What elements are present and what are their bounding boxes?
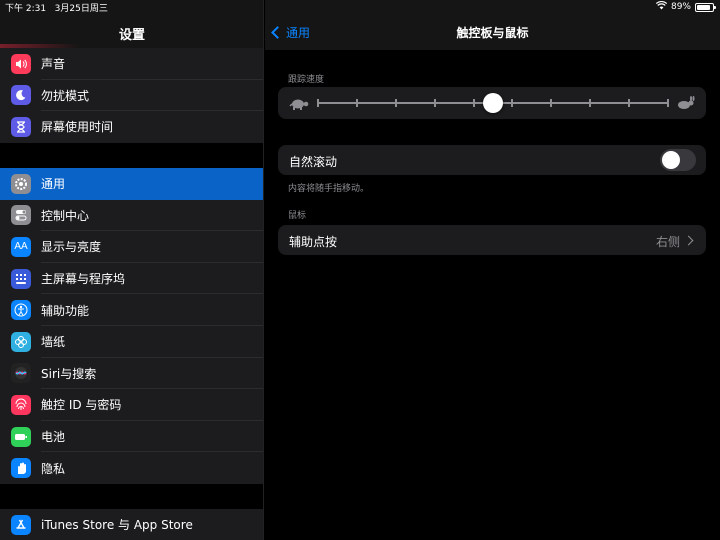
- wifi-icon: [655, 1, 668, 13]
- toggles-icon: [11, 205, 31, 226]
- rabbit-icon: [676, 95, 696, 114]
- natural-scroll-label: 自然滚动: [289, 155, 338, 169]
- sidebar-item[interactable]: 勿扰模式: [0, 80, 263, 112]
- app-store-icon: [11, 514, 31, 535]
- sidebar-item-label: 控制中心: [41, 208, 90, 223]
- slider-tick: [472, 99, 475, 107]
- sidebar-item[interactable]: AA 显示与亮度: [0, 231, 263, 263]
- slider-tick: [667, 99, 669, 107]
- sidebar-item-label: 墙纸: [41, 335, 66, 350]
- detail-pane: 通用 触控板与鼠标 跟踪速度 自然滚动 内容将随手指移动。 鼠标 辅助点按 右侧: [265, 0, 720, 540]
- natural-scroll-footnote: 内容将随手指移动。: [288, 184, 370, 194]
- slider-tick: [355, 99, 358, 107]
- slider-thumb[interactable]: [483, 93, 503, 113]
- sidebar-item[interactable]: iTunes Store 与 App Store: [0, 509, 263, 540]
- sidebar-item-label: 声音: [41, 57, 66, 72]
- gear-icon: [11, 173, 31, 194]
- sidebar-item[interactable]: 屏幕使用时间: [0, 111, 263, 143]
- sidebar-item[interactable]: Siri与搜索: [0, 358, 263, 390]
- sidebar-item-label: 辅助功能: [41, 303, 90, 318]
- status-date: 3月25日周三: [54, 4, 108, 14]
- sidebar-item[interactable]: 触控 ID 与密码: [0, 389, 263, 421]
- sidebar-item-label: 主屏幕与程序坞: [41, 272, 126, 287]
- sidebar-item-label: 屏幕使用时间: [41, 120, 114, 135]
- sidebar-item[interactable]: 电池: [0, 421, 263, 453]
- secondary-click-value: 右侧: [655, 235, 680, 249]
- text-size-icon: AA: [11, 236, 31, 257]
- slider-tick: [511, 99, 514, 107]
- fingerprint-icon: [11, 394, 31, 415]
- turtle-icon: [289, 96, 309, 115]
- tracking-speed-card: [278, 87, 706, 119]
- secondary-click-row[interactable]: 辅助点按 右侧: [278, 225, 706, 255]
- settings-sidebar: 设置 声音勿扰模式屏幕使用时间 通用控制中心 AA 显示与亮度主屏幕与程序坞 辅助功能…: [0, 0, 264, 540]
- sidebar-item-label: iTunes Store 与 App Store: [41, 518, 193, 533]
- sidebar-item-label: 电池: [41, 430, 66, 445]
- sidebar-item-label: Siri与搜索: [41, 366, 97, 381]
- battery-percent: 89%: [670, 2, 691, 12]
- siri-icon: [11, 363, 31, 384]
- slider-tick: [550, 99, 553, 107]
- status-bar: 下午 2:31 3月25日周三 89%: [0, 0, 720, 14]
- slider-tick: [589, 99, 592, 107]
- status-time-date: 下午 2:31 3月25日周三: [5, 1, 108, 14]
- chevron-right-icon: [683, 235, 694, 246]
- page-title: 触控板与鼠标: [456, 26, 529, 40]
- sidebar-group-1: 声音勿扰模式屏幕使用时间: [0, 48, 263, 143]
- sidebar-item-label: 触控 ID 与密码: [41, 398, 122, 413]
- toggle-knob: [662, 151, 680, 169]
- sidebar-item-label: 通用: [41, 177, 66, 192]
- sidebar-group-3: iTunes Store 与 App Store: [0, 509, 263, 540]
- slider-tick: [433, 99, 436, 107]
- hourglass-icon: [11, 116, 31, 137]
- flower-icon: [11, 331, 31, 352]
- sidebar-title: 设置: [118, 28, 145, 43]
- sidebar-item-label: 勿扰模式: [41, 88, 90, 103]
- tracking-speed-slider[interactable]: [317, 93, 669, 113]
- secondary-click-label: 辅助点按: [289, 235, 338, 249]
- sidebar-item[interactable]: 声音: [0, 48, 263, 80]
- accessibility-icon: [11, 300, 31, 321]
- natural-scroll-card: 自然滚动: [278, 145, 706, 175]
- tracking-speed-label: 跟踪速度: [288, 75, 325, 85]
- sidebar-group-2: 通用控制中心 AA 显示与亮度主屏幕与程序坞 辅助功能墙纸 Siri与搜索触控 ID 与…: [0, 168, 263, 484]
- slider-tick: [628, 99, 631, 107]
- slider-tick: [317, 99, 319, 107]
- mouse-section-label: 鼠标: [288, 211, 307, 221]
- sidebar-item[interactable]: 主屏幕与程序坞: [0, 263, 263, 295]
- status-time: 下午 2:31: [5, 4, 47, 14]
- moon-icon: [11, 85, 31, 106]
- battery-icon: [695, 2, 716, 12]
- sidebar-item[interactable]: 辅助功能: [0, 294, 263, 326]
- speaker-icon: [11, 53, 31, 74]
- sidebar-item[interactable]: 隐私: [0, 452, 263, 484]
- sidebar-item-label: 显示与亮度: [41, 240, 102, 255]
- hand-icon: [11, 458, 31, 479]
- sidebar-item[interactable]: 墙纸: [0, 326, 263, 358]
- sidebar-item[interactable]: 通用: [0, 168, 263, 200]
- natural-scroll-toggle[interactable]: [660, 149, 696, 171]
- battery-icon: [11, 426, 31, 447]
- sidebar-item[interactable]: 控制中心: [0, 200, 263, 232]
- sidebar-item-label: 隐私: [41, 461, 66, 476]
- slider-tick: [394, 99, 397, 107]
- grid-icon: [11, 268, 31, 289]
